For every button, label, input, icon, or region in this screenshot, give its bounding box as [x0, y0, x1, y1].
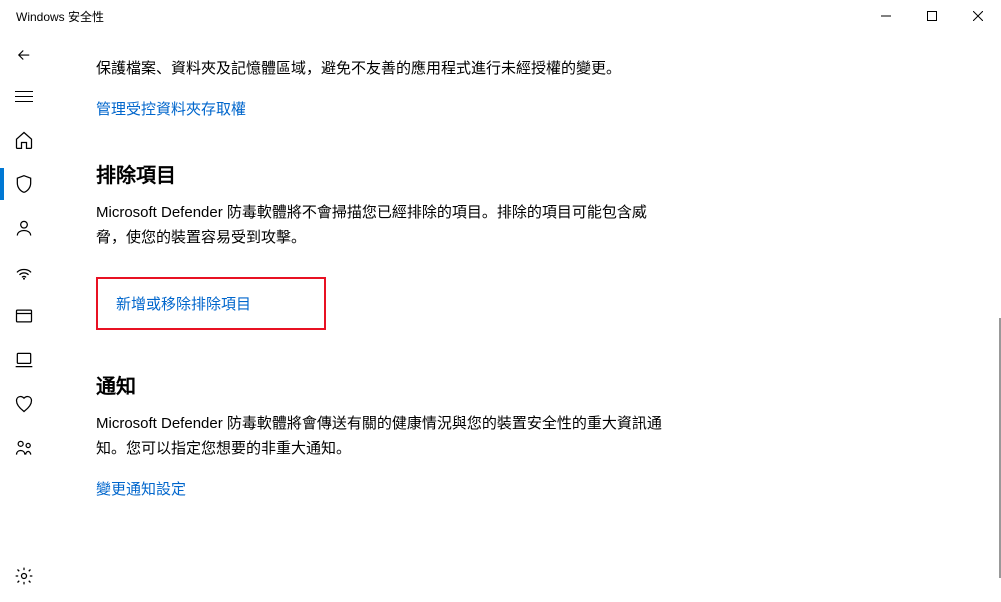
person-icon: [14, 218, 34, 238]
heart-icon: [14, 394, 34, 414]
nav-settings[interactable]: [0, 554, 48, 598]
window-controls: [863, 0, 1001, 32]
notifications-heading: 通知: [96, 370, 676, 399]
notifications-desc: Microsoft Defender 防毒軟體將會傳送有關的健康情況與您的裝置安…: [96, 411, 676, 462]
nav-family-options[interactable]: [0, 426, 48, 470]
notifications-section: 通知 Microsoft Defender 防毒軟體將會傳送有關的健康情況與您的…: [96, 370, 676, 499]
nav-device-security[interactable]: [0, 338, 48, 382]
home-icon: [14, 130, 34, 150]
close-button[interactable]: [955, 0, 1001, 32]
titlebar: Windows 安全性: [0, 0, 1001, 32]
nav-virus-protection[interactable]: [0, 162, 48, 206]
hamburger-icon: [15, 91, 33, 102]
add-remove-exclusions-link[interactable]: 新增或移除排除項目: [116, 293, 251, 314]
app-icon: [14, 306, 34, 326]
change-notification-settings-link[interactable]: 變更通知設定: [96, 478, 186, 499]
sidebar: [0, 32, 48, 602]
nav-home[interactable]: [0, 118, 48, 162]
exclusions-desc: Microsoft Defender 防毒軟體將不會掃描您已經排除的項目。排除的…: [96, 200, 676, 251]
exclusions-heading: 排除項目: [96, 159, 676, 188]
minimize-button[interactable]: [863, 0, 909, 32]
window-title: Windows 安全性: [16, 8, 104, 25]
nav-device-health[interactable]: [0, 382, 48, 426]
manage-controlled-folder-link[interactable]: 管理受控資料夾存取權: [96, 98, 246, 119]
nav-firewall[interactable]: [0, 250, 48, 294]
gear-icon: [14, 566, 34, 586]
family-icon: [14, 438, 34, 458]
exclusions-highlight: 新增或移除排除項目: [96, 277, 326, 330]
device-icon: [14, 350, 34, 370]
shield-icon: [14, 174, 34, 194]
content-area: 保護檔案、資料夾及記憶體區域，避免不友善的應用程式進行未經授權的變更。 管理受控…: [48, 32, 1001, 602]
exclusions-section: 排除項目 Microsoft Defender 防毒軟體將不會掃描您已經排除的項…: [96, 159, 676, 330]
back-button[interactable]: [0, 36, 48, 74]
wifi-icon: [14, 262, 34, 282]
controlled-folder-desc: 保護檔案、資料夾及記憶體區域，避免不友善的應用程式進行未經授權的變更。: [96, 56, 676, 82]
nav-app-browser[interactable]: [0, 294, 48, 338]
maximize-button[interactable]: [909, 0, 955, 32]
nav-account-protection[interactable]: [0, 206, 48, 250]
controlled-folder-section: 保護檔案、資料夾及記憶體區域，避免不友善的應用程式進行未經授權的變更。 管理受控…: [96, 56, 676, 119]
menu-button[interactable]: [0, 74, 48, 118]
